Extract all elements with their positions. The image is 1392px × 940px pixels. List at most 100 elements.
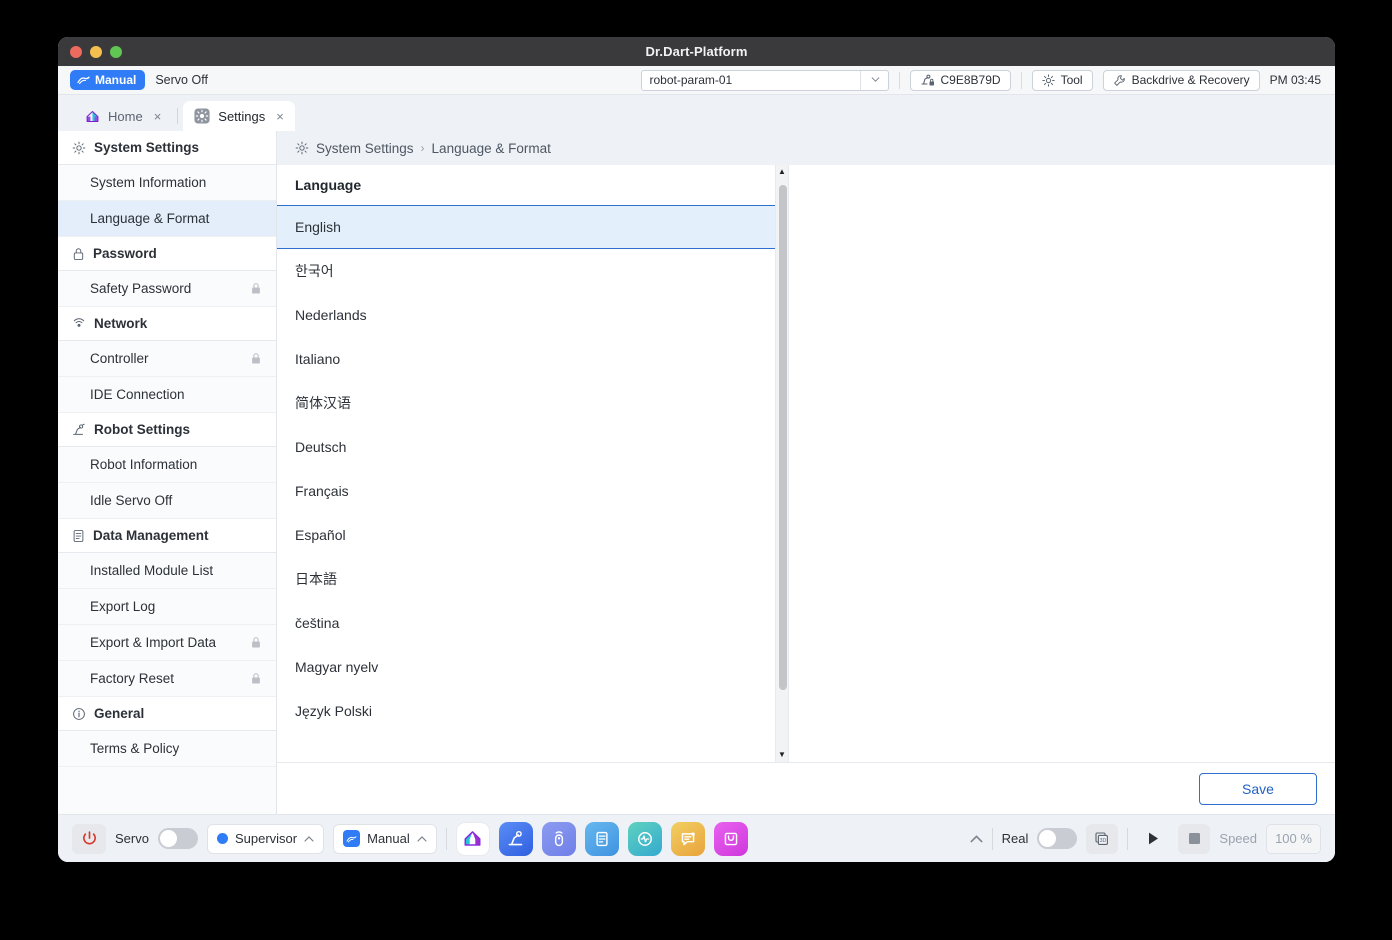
tab-home-close-icon[interactable]: ×	[154, 109, 162, 124]
collapse-chevron-up-icon[interactable]	[970, 834, 983, 843]
language-option-spanish[interactable]: Español	[277, 513, 788, 557]
stop-button[interactable]	[1178, 823, 1211, 854]
sidebar-item-system-information[interactable]: System Information	[58, 165, 276, 201]
sidebar-item-idle-servo-off[interactable]: Idle Servo Off	[58, 483, 276, 519]
nav-group-label: Password	[93, 246, 157, 261]
backdrive-recovery-button[interactable]: Backdrive & Recovery	[1102, 69, 1260, 91]
save-button[interactable]: Save	[1199, 772, 1317, 805]
sidebar-item-robot-information[interactable]: Robot Information	[58, 447, 276, 483]
log-app-icon[interactable]	[670, 821, 705, 856]
robot-param-select[interactable]: robot-param-01	[640, 69, 889, 91]
play-button[interactable]	[1137, 824, 1169, 854]
panel-footer: Save	[277, 762, 1335, 814]
info-icon	[73, 707, 85, 720]
language-list-title: Language	[295, 177, 362, 193]
nav-group-label: Data Management	[93, 528, 209, 543]
language-list-scrollbar[interactable]: ▲ ▼	[775, 165, 788, 762]
robot-lock-icon	[920, 74, 934, 86]
chevron-up-icon	[304, 835, 314, 842]
task-editor-app-icon[interactable]	[584, 821, 619, 856]
language-option-japanese[interactable]: 日本語	[277, 557, 788, 601]
language-label: English	[295, 219, 341, 235]
sidebar-item-controller[interactable]: Controller	[58, 341, 276, 377]
robot-arm-icon	[73, 423, 85, 435]
language-option-hungarian[interactable]: Magyar nyelv	[277, 645, 788, 689]
language-label: Italiano	[295, 351, 341, 367]
speed-value-field[interactable]: 100 %	[1266, 823, 1321, 854]
nav-group-general[interactable]: General	[58, 697, 276, 731]
manual-mode-label: Manual	[367, 831, 410, 846]
language-label: 简体汉语	[295, 395, 351, 411]
view-3d-button[interactable]: 3D	[1086, 823, 1119, 854]
sidebar-item-terms-policy[interactable]: Terms & Policy	[58, 731, 276, 767]
app-window: Dr.Dart-Platform Manual Servo Off robot-…	[58, 37, 1335, 862]
servo-toggle[interactable]	[157, 828, 198, 849]
sidebar-item-label: Controller	[90, 351, 149, 366]
tool-button[interactable]: Tool	[1031, 69, 1093, 91]
language-option-dutch[interactable]: Nederlands	[277, 293, 788, 337]
status-dot-icon	[216, 833, 228, 844]
scroll-down-arrow-icon[interactable]: ▼	[778, 751, 786, 759]
gear-icon	[1041, 73, 1055, 87]
lock-icon	[252, 283, 260, 294]
language-option-english[interactable]: English	[277, 205, 788, 249]
mode-badge[interactable]: Manual	[70, 70, 146, 90]
language-option-german[interactable]: Deutsch	[277, 425, 788, 469]
breadcrumb-root[interactable]: System Settings	[316, 141, 414, 156]
supervisor-dropdown[interactable]: Supervisor	[206, 823, 325, 854]
language-option-czech[interactable]: čeština	[277, 601, 788, 645]
tab-settings-close-icon[interactable]: ×	[276, 109, 284, 124]
sidebar-item-label: Factory Reset	[90, 671, 175, 686]
status-separator-2	[1020, 71, 1022, 89]
tab-settings-label: Settings	[218, 108, 266, 124]
sidebar-item-language-format[interactable]: Language & Format	[58, 201, 276, 237]
nav-group-password[interactable]: Password	[58, 237, 276, 271]
breadcrumb-leaf: Language & Format	[431, 140, 551, 156]
tab-settings[interactable]: Settings ×	[183, 101, 295, 131]
language-label: čeština	[295, 615, 340, 631]
scrollbar-thumb[interactable]	[779, 185, 787, 690]
nav-group-system-settings[interactable]: System Settings	[58, 131, 276, 165]
sidebar-filler	[58, 767, 276, 814]
servo-label: Servo	[115, 831, 149, 846]
language-option-italian[interactable]: Italiano	[277, 337, 788, 381]
package-app-icon[interactable]	[713, 821, 748, 856]
robot-param-value: robot-param-01	[649, 73, 733, 87]
lock-icon	[73, 247, 84, 260]
nav-group-robot-settings[interactable]: Robot Settings	[58, 413, 276, 447]
sidebar-item-label: IDE Connection	[90, 387, 185, 402]
robot-id-chip[interactable]: C9E8B79D	[909, 69, 1011, 91]
task-list-icon	[596, 831, 608, 846]
language-list-scroll: Language English 한국어 Nederlands Italiano	[277, 165, 788, 762]
sidebar-item-export-log[interactable]: Export Log	[58, 589, 276, 625]
play-icon	[1149, 832, 1159, 845]
sidebar-item-safety-password[interactable]: Safety Password	[58, 271, 276, 307]
robot-id-label: C9E8B79D	[940, 73, 1001, 87]
language-option-korean[interactable]: 한국어	[277, 249, 788, 293]
sidebar-item-label: Safety Password	[90, 281, 192, 296]
clock: PM 03:45	[1269, 73, 1321, 87]
sidebar-item-factory-reset[interactable]: Factory Reset	[58, 661, 276, 697]
manual-mode-dropdown[interactable]: Manual	[333, 823, 437, 854]
real-toggle[interactable]	[1037, 828, 1078, 849]
nav-group-data-management[interactable]: Data Management	[58, 519, 276, 553]
tool-button-label: Tool	[1060, 73, 1083, 87]
nav-group-label: Robot Settings	[94, 422, 190, 437]
sidebar-item-ide-connection[interactable]: IDE Connection	[58, 377, 276, 413]
robot-arm-app-icon[interactable]	[498, 821, 533, 856]
sidebar-item-export-import-data[interactable]: Export & Import Data	[58, 625, 276, 661]
language-option-simplified-chinese[interactable]: 简体汉语	[277, 381, 788, 425]
language-option-french[interactable]: Français	[277, 469, 788, 513]
scroll-up-arrow-icon[interactable]: ▲	[778, 168, 786, 176]
monitoring-app-icon[interactable]	[627, 821, 662, 856]
supervisor-label: Supervisor	[234, 831, 298, 846]
sidebar-item-installed-module-list[interactable]: Installed Module List	[58, 553, 276, 589]
language-option-polish[interactable]: Język Polski	[277, 689, 788, 733]
nav-group-network[interactable]: Network	[58, 307, 276, 341]
tab-home[interactable]: Home ×	[74, 101, 172, 131]
toolbar-separator-1	[445, 827, 447, 850]
home-app-icon[interactable]	[455, 821, 490, 856]
lock-icon	[252, 673, 260, 684]
power-button[interactable]	[72, 823, 106, 854]
teach-pendant-app-icon[interactable]	[541, 821, 576, 856]
